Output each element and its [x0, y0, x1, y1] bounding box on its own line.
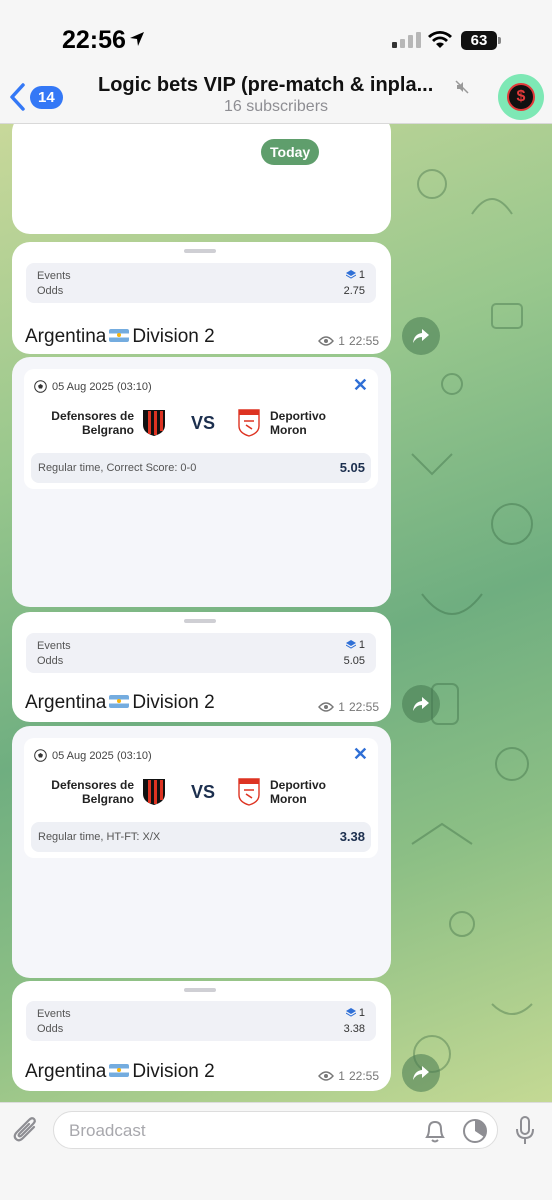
signal-icon — [392, 32, 421, 48]
views-icon — [318, 702, 335, 712]
away-team: Deportivo Moron — [270, 778, 327, 806]
soccer-ball-icon — [34, 749, 47, 762]
events-card: Events Odds 1 5.05 — [26, 633, 376, 673]
drag-handle — [184, 249, 216, 253]
layers-icon — [345, 640, 356, 649]
events-value: 1 — [345, 269, 365, 281]
share-arrow-icon — [413, 697, 429, 711]
dollar-icon: $ — [507, 83, 535, 111]
odds-label: Odds — [37, 1023, 64, 1035]
argentina-flag-icon — [109, 695, 130, 708]
league-name: Argentina Division 2 — [25, 1061, 215, 1082]
odds-label: Odds — [37, 285, 64, 297]
events-label: Events — [37, 270, 71, 282]
channel-avatar[interactable]: $ — [498, 74, 544, 120]
bet-description: Regular time, Correct Score: 0-0 — [38, 462, 197, 474]
views-icon — [318, 336, 335, 346]
bet-row: Regular time, HT-FT: X/X 3.38 — [31, 822, 371, 852]
close-icon[interactable]: ✕ — [353, 744, 368, 765]
bet-odds: 5.05 — [339, 460, 365, 475]
away-team: Deportivo Moron — [270, 409, 327, 437]
match-card[interactable]: 05 Aug 2025 (03:10) ✕ Defensores de Belgr… — [24, 369, 378, 489]
post-summary[interactable]: Events Odds 1 2.75 Argentina Division 2 1… — [12, 242, 391, 354]
message-bubble: Today — [12, 124, 391, 234]
status-bar: 22:56 63 — [0, 0, 552, 78]
odds-value: 2.75 — [343, 285, 365, 297]
home-team: Defensores de Belgrano — [51, 778, 134, 806]
events-label: Events — [37, 640, 71, 652]
chat-area[interactable]: Today Events Odds 1 2.75 Argentina Divisi… — [0, 124, 552, 1102]
share-button[interactable] — [402, 685, 440, 723]
match-date: 05 Aug 2025 (03:10) — [52, 381, 152, 393]
home-team-crest-icon — [143, 410, 165, 436]
events-value: 1 — [345, 639, 365, 651]
drag-handle — [184, 619, 216, 623]
bell-icon[interactable] — [423, 1118, 447, 1144]
microphone-icon[interactable] — [514, 1115, 536, 1147]
league-name: Argentina Division 2 — [25, 692, 215, 713]
close-icon[interactable]: ✕ — [353, 375, 368, 396]
post-summary[interactable]: Events Odds 1 3.38 Argentina Division 2 1… — [12, 981, 391, 1091]
odds-label: Odds — [37, 655, 64, 667]
versus-label: VS — [191, 782, 216, 802]
league-name: Argentina Division 2 — [25, 326, 215, 347]
events-value: 1 — [345, 1007, 365, 1019]
drag-handle — [184, 988, 216, 992]
events-card: Events Odds 1 2.75 — [26, 263, 376, 303]
share-arrow-icon — [413, 1066, 429, 1080]
match-card[interactable]: 05 Aug 2025 (03:10) ✕ Defensores de Belgr… — [24, 738, 378, 858]
share-arrow-icon — [413, 329, 429, 343]
wifi-icon — [428, 31, 452, 48]
chat-header: 14 Logic bets VIP (pre-match & inpla... … — [0, 74, 552, 124]
bet-description: Regular time, HT-FT: X/X — [38, 831, 161, 843]
battery-icon: 63 — [461, 31, 497, 50]
events-label: Events — [37, 1008, 71, 1020]
odds-value: 5.05 — [343, 655, 365, 667]
subscriber-count: 16 subscribers — [223, 98, 329, 115]
layers-icon — [345, 270, 356, 279]
home-team: Defensores de Belgrano — [51, 409, 134, 437]
layers-icon — [345, 1008, 356, 1017]
soccer-ball-icon — [34, 380, 47, 393]
message-meta: 1 22:55 — [318, 1069, 379, 1083]
location-arrow-icon — [130, 32, 144, 46]
bet-row: Regular time, Correct Score: 0-0 5.05 — [31, 453, 371, 483]
composer-bar: Broadcast — [0, 1102, 552, 1200]
broadcast-placeholder: Broadcast — [69, 1121, 146, 1140]
message-meta: 1 22:55 — [318, 334, 379, 348]
versus-label: VS — [191, 413, 216, 433]
away-team-crest-icon — [238, 409, 260, 437]
muted-icon — [455, 80, 469, 94]
argentina-flag-icon — [109, 329, 130, 342]
home-team-crest-icon — [143, 779, 165, 805]
bet-odds: 3.38 — [339, 829, 365, 844]
battery-tip — [498, 37, 501, 44]
message-meta: 1 22:55 — [318, 700, 379, 714]
match-date: 05 Aug 2025 (03:10) — [52, 750, 152, 762]
timer-icon[interactable] — [462, 1118, 488, 1144]
clock: 22:56 — [62, 26, 126, 54]
views-icon — [318, 1071, 335, 1081]
share-button[interactable] — [402, 1054, 440, 1092]
channel-title[interactable]: Logic bets VIP (pre-match & inpla... — [98, 74, 478, 97]
attachment-icon[interactable] — [12, 1115, 40, 1145]
share-button[interactable] — [402, 317, 440, 355]
away-team-crest-icon — [238, 778, 260, 806]
date-badge: Today — [261, 139, 320, 165]
argentina-flag-icon — [109, 1064, 130, 1077]
odds-value: 3.38 — [343, 1023, 365, 1035]
events-card: Events Odds 1 3.38 — [26, 1001, 376, 1041]
post-summary[interactable]: Events Odds 1 5.05 Argentina Division 2 1… — [12, 612, 391, 722]
background-pattern — [411, 169, 533, 1073]
